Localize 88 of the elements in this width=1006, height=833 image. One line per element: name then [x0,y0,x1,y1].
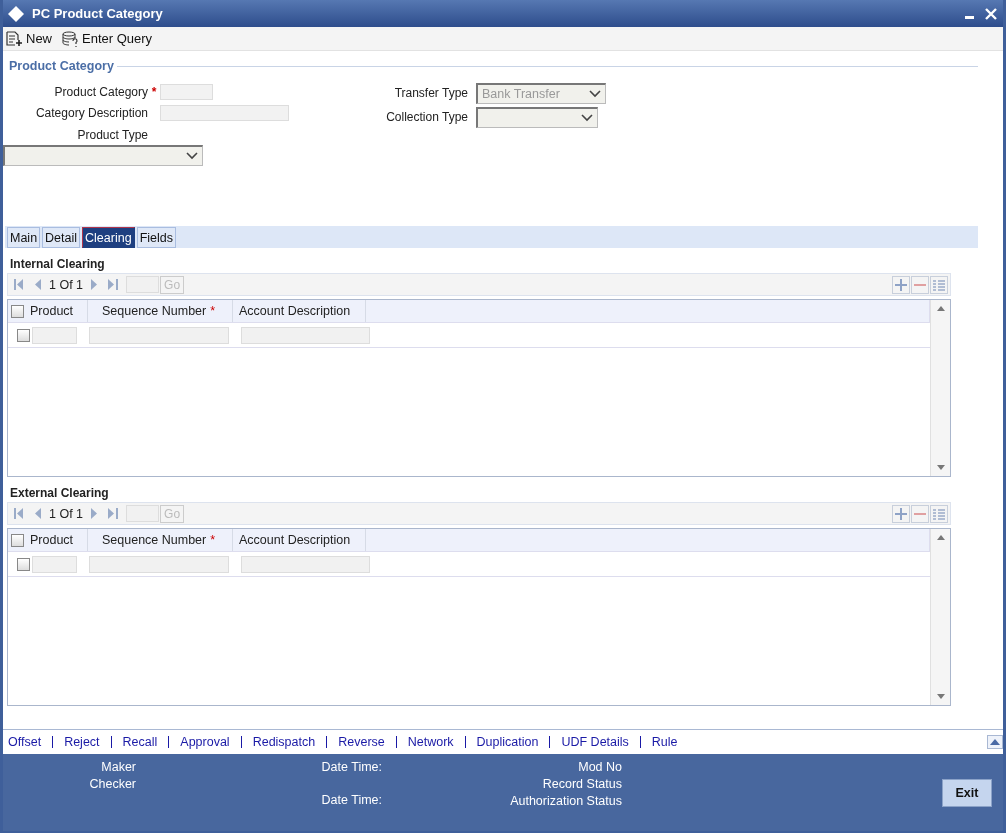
page-counter: 1 Of 1 [49,277,84,292]
first-page-icon[interactable] [13,279,25,290]
required-marker: * [151,85,157,99]
first-page-icon[interactable] [13,508,25,519]
page-number-field[interactable] [126,505,160,522]
action-link[interactable]: Reject [64,735,100,749]
field-label: Product Type [76,128,148,142]
record-status-label: Record Status [542,777,622,791]
chevron-down-icon [589,89,601,98]
collapse-icon[interactable] [987,735,1003,749]
database-icon [62,30,79,47]
column-header: Account Description [239,533,351,547]
product-cell-field[interactable] [32,555,77,573]
account-description-field[interactable] [241,326,370,344]
select-all-checkbox[interactable] [11,533,24,547]
sequence-number-field[interactable] [89,326,229,344]
close-icon[interactable] [984,6,998,21]
action-link[interactable]: Approval [180,735,230,749]
grid-title: Internal Clearing [9,256,106,273]
last-page-icon[interactable] [107,279,120,290]
delete-row-icon[interactable] [911,504,929,523]
action-link[interactable]: Recall [122,735,158,749]
product-type-dropdown[interactable] [3,145,203,166]
row-checkbox[interactable] [17,557,30,571]
required-marker: * [210,533,216,547]
add-row-icon[interactable] [892,504,910,523]
checker-label: Checker [89,777,136,791]
exit-button[interactable]: Exit [942,779,992,807]
category-description-field[interactable] [160,105,289,121]
grid-title: External Clearing [9,485,110,502]
tab[interactable]: Clearing [82,227,135,248]
action-link[interactable]: Offset [8,735,42,749]
scroll-down-icon[interactable] [936,465,945,470]
row-checkbox[interactable] [17,328,30,342]
action-link[interactable]: Reverse [338,735,385,749]
chevron-down-icon [186,152,198,160]
scroll-down-icon[interactable] [936,694,945,699]
sequence-number-field[interactable] [89,555,229,573]
section-title: Product Category [9,59,114,73]
action-link[interactable]: Network [407,735,454,749]
tab[interactable]: Detail [42,227,81,248]
maker-label: Maker [101,760,136,774]
scrollbar[interactable] [930,300,950,476]
tab[interactable]: Fields [136,227,176,248]
column-header: Product [30,533,74,547]
enter-query-button[interactable]: Enter Query [60,30,155,47]
add-row-icon[interactable] [892,275,910,294]
column-header: Sequence Number [102,533,207,547]
next-page-icon[interactable] [90,508,99,519]
delete-row-icon[interactable] [911,275,929,294]
chevron-down-icon [581,113,593,122]
action-link[interactable]: Rule [651,735,678,749]
column-header: Sequence Number [102,304,207,318]
account-description-field[interactable] [241,555,370,573]
action-link[interactable]: Duplication [476,735,539,749]
column-header: Account Description [239,304,351,318]
tab[interactable]: Main [7,227,41,248]
page-number-field[interactable] [126,276,160,293]
last-page-icon[interactable] [107,508,120,519]
field-label: Transfer Type [393,86,468,100]
diamond-icon [8,5,24,22]
previous-page-icon[interactable] [34,279,42,290]
mod-no-label: Mod No [578,760,622,774]
field-label: Product Category [53,85,148,99]
page-counter: 1 Of 1 [49,506,84,521]
window-title: PC Product Category [32,6,163,21]
field-label: Collection Type [385,110,468,124]
authorization-status-label: Authorization Status [510,794,622,808]
scrollbar[interactable] [930,529,950,705]
column-header: Product [30,304,74,318]
date-time-label: Date Time: [321,760,382,774]
document-plus-icon [6,30,23,47]
collection-type-dropdown[interactable] [476,106,598,128]
required-marker: * [210,304,216,318]
select-all-checkbox[interactable] [11,304,24,318]
product-category-field[interactable] [160,84,213,100]
list-view-icon[interactable] [930,275,948,294]
list-view-icon[interactable] [930,504,948,523]
new-button[interactable]: New [4,30,54,47]
action-link[interactable]: Redispatch [252,735,316,749]
product-cell-field[interactable] [32,326,77,344]
field-label: Category Description [34,106,148,120]
previous-page-icon[interactable] [34,508,42,519]
scroll-up-icon[interactable] [936,306,945,311]
date-time-label: Date Time: [321,793,382,807]
action-link[interactable]: UDF Details [561,735,629,749]
scroll-up-icon[interactable] [936,535,945,540]
next-page-icon[interactable] [90,279,99,290]
